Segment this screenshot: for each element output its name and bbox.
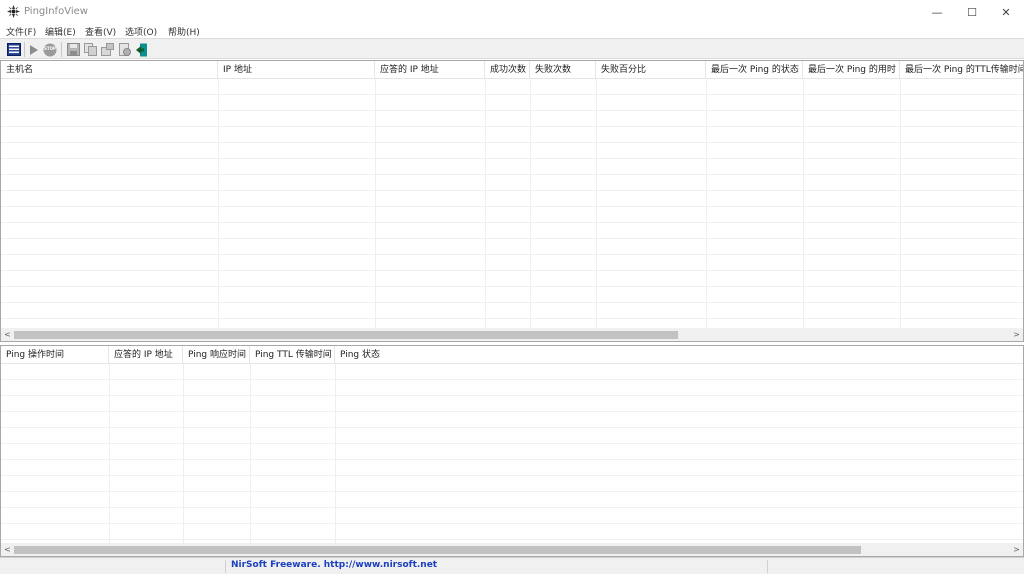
- status-segment: [226, 560, 768, 573]
- column-divider: [530, 79, 531, 328]
- menu-options[interactable]: 选项(O): [125, 25, 157, 38]
- ping-options-icon: [7, 43, 21, 56]
- column-header-hostname[interactable]: 主机名: [1, 61, 218, 79]
- status-segment: [0, 560, 226, 573]
- ping-history-list[interactable]: Ping 操作时间 应答的 IP 地址 Ping 响应时间 Ping TTL 传…: [0, 345, 1024, 557]
- close-button[interactable]: ✕: [989, 0, 1023, 24]
- properties-button[interactable]: [99, 42, 115, 57]
- title-bar: PingInfoView — ☐ ✕: [0, 0, 1024, 24]
- html-report-icon: [118, 43, 131, 56]
- column-divider: [250, 364, 251, 543]
- scroll-thumb[interactable]: [14, 546, 861, 554]
- copy-icon: [83, 43, 97, 56]
- app-icon: [7, 5, 20, 18]
- ping-history-rows: [1, 364, 1023, 543]
- column-header-failed-percent[interactable]: 失败百分比: [596, 61, 706, 79]
- column-divider: [375, 79, 376, 328]
- column-header-response-time[interactable]: Ping 响应时间: [183, 346, 250, 364]
- column-divider: [485, 79, 486, 328]
- toolbar-separator: [24, 42, 25, 57]
- toolbar: STOP: [0, 38, 1024, 59]
- menu-bar: 文件(F) 编辑(E) 查看(V) 选项(O) 帮助(H): [0, 24, 1024, 38]
- column-header-ping-status[interactable]: Ping 状态: [335, 346, 1023, 364]
- scroll-thumb[interactable]: [14, 331, 678, 339]
- host-list-horizontal-scrollbar[interactable]: < >: [1, 328, 1023, 341]
- scroll-left-arrow[interactable]: <: [1, 328, 14, 341]
- column-header-failed-count[interactable]: 失败次数: [530, 61, 596, 79]
- column-header-ttl[interactable]: Ping TTL 传输时间: [250, 346, 335, 364]
- save-button[interactable]: [65, 42, 81, 57]
- ping-options-button[interactable]: [6, 42, 22, 57]
- exit-button[interactable]: [134, 42, 150, 57]
- ping-history-header: Ping 操作时间 应答的 IP 地址 Ping 响应时间 Ping TTL 传…: [1, 346, 1023, 364]
- scroll-left-arrow[interactable]: <: [1, 543, 14, 556]
- ping-history-horizontal-scrollbar[interactable]: < >: [1, 543, 1023, 556]
- stop-label: STOP: [44, 46, 56, 51]
- column-divider: [183, 364, 184, 543]
- column-divider: [803, 79, 804, 328]
- exit-icon: [136, 43, 147, 56]
- properties-icon: [100, 43, 114, 56]
- html-report-button[interactable]: [116, 42, 132, 57]
- column-header-success-count[interactable]: 成功次数: [485, 61, 530, 79]
- column-header-ip[interactable]: IP 地址: [218, 61, 375, 79]
- column-header-last-time[interactable]: 最后一次 Ping 的用时: [803, 61, 900, 79]
- column-header-ping-time[interactable]: Ping 操作时间: [1, 346, 109, 364]
- status-bar: NirSoft Freeware. http://www.nirsoft.net: [0, 557, 1024, 574]
- host-list[interactable]: 主机名 IP 地址 应答的 IP 地址 成功次数 失败次数 失败百分比 最后一次…: [0, 60, 1024, 342]
- maximize-button[interactable]: ☐: [955, 0, 989, 24]
- column-header-last-ttl[interactable]: 最后一次 Ping 的TTL传输时间: [900, 61, 1023, 79]
- start-icon: [30, 44, 38, 55]
- minimize-button[interactable]: —: [920, 0, 954, 24]
- column-divider: [900, 79, 901, 328]
- column-header-reply-ip[interactable]: 应答的 IP 地址: [375, 61, 485, 79]
- column-divider: [109, 364, 110, 543]
- scroll-right-arrow[interactable]: >: [1010, 543, 1023, 556]
- column-divider: [596, 79, 597, 328]
- menu-edit[interactable]: 编辑(E): [45, 25, 76, 38]
- column-divider: [218, 79, 219, 328]
- menu-view[interactable]: 查看(V): [85, 25, 116, 38]
- start-button[interactable]: [26, 42, 42, 57]
- copy-button[interactable]: [82, 42, 98, 57]
- column-header-reply-ip[interactable]: 应答的 IP 地址: [109, 346, 183, 364]
- status-segment: [768, 560, 1023, 573]
- host-list-rows: [1, 79, 1023, 328]
- menu-help[interactable]: 帮助(H): [168, 25, 200, 38]
- toolbar-separator: [61, 42, 62, 57]
- column-divider: [706, 79, 707, 328]
- column-header-last-status[interactable]: 最后一次 Ping 的状态: [706, 61, 803, 79]
- window-title: PingInfoView: [24, 6, 88, 17]
- menu-file[interactable]: 文件(F): [6, 25, 36, 38]
- save-icon: [66, 43, 80, 56]
- host-list-header: 主机名 IP 地址 应答的 IP 地址 成功次数 失败次数 失败百分比 最后一次…: [1, 61, 1023, 79]
- column-divider: [335, 364, 336, 543]
- scroll-right-arrow[interactable]: >: [1010, 328, 1023, 341]
- stop-button[interactable]: STOP: [42, 42, 58, 57]
